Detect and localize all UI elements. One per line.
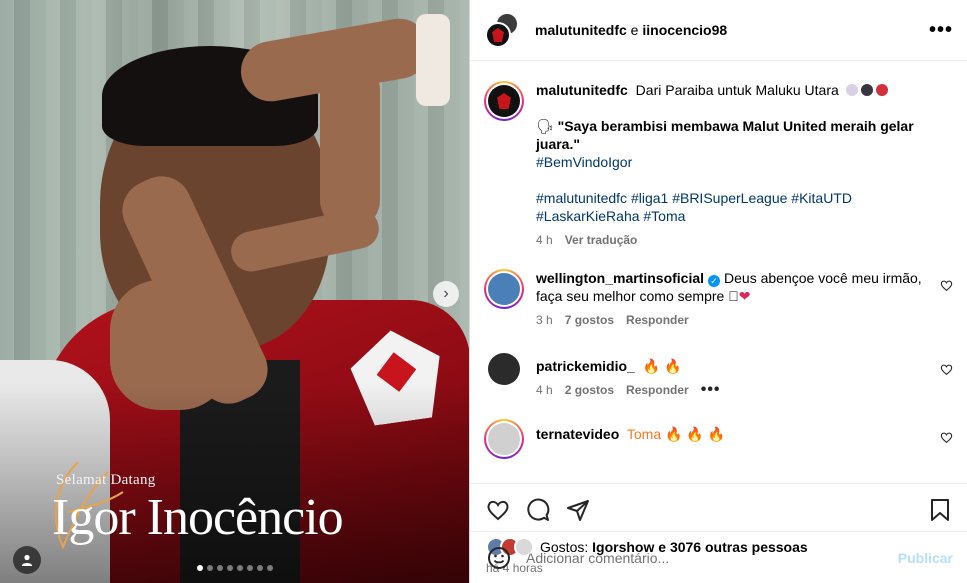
carousel-dot bbox=[237, 565, 243, 571]
comment-avatar[interactable] bbox=[484, 269, 524, 309]
caption-avatar[interactable] bbox=[484, 81, 524, 121]
comment-likes[interactable]: 2 gostos bbox=[565, 381, 614, 399]
emoji-circle-icon bbox=[845, 84, 858, 96]
comment-item: patrickemidio_ 🔥 🔥 4 h 2 gostos Responde… bbox=[484, 349, 953, 399]
comment-avatar[interactable] bbox=[488, 353, 520, 385]
comment-avatar[interactable] bbox=[484, 419, 524, 459]
comment-bubble-icon bbox=[527, 498, 550, 521]
carousel-dot bbox=[257, 565, 263, 571]
emoji-circle-icon bbox=[860, 84, 873, 96]
collab-avatars[interactable] bbox=[485, 12, 521, 48]
header-username-primary[interactable]: malutunitedfc bbox=[535, 22, 627, 38]
welcome-text: Selamat Datang bbox=[56, 472, 156, 488]
like-comment-heart-icon[interactable] bbox=[940, 279, 953, 292]
carousel-dot bbox=[207, 565, 213, 571]
paper-plane-icon bbox=[567, 499, 589, 521]
comment-text: Toma 🔥 🔥 🔥 bbox=[626, 426, 726, 442]
comment-more-button[interactable]: ••• bbox=[701, 381, 721, 399]
club-crest-icon bbox=[497, 93, 511, 109]
caption-quote: "Saya berambisi membawa Malut United mer… bbox=[536, 118, 914, 152]
right-hand-thumb bbox=[320, 60, 380, 230]
save-button[interactable] bbox=[927, 497, 953, 523]
carousel-dot bbox=[267, 565, 273, 571]
avatar-malutunitedfc[interactable] bbox=[485, 22, 511, 48]
comment-likes[interactable]: 7 gostos bbox=[565, 311, 614, 329]
post-side-panel: malutunitedfc e iinocencio98 ••• malutun… bbox=[469, 0, 967, 583]
comment-input[interactable] bbox=[526, 549, 898, 566]
caption-text: Dari Paraiba untuk Maluku Utara bbox=[635, 82, 839, 98]
comment-item: ternatevideo Toma 🔥 🔥 🔥 bbox=[484, 419, 953, 459]
post-header: malutunitedfc e iinocencio98 ••• bbox=[470, 0, 967, 61]
emoji-dots bbox=[843, 82, 888, 98]
user-icon bbox=[21, 554, 33, 566]
wristwatch bbox=[416, 14, 450, 106]
heart-icon bbox=[487, 500, 509, 520]
publish-button[interactable]: Publicar bbox=[898, 550, 953, 566]
chevron-right-icon: › bbox=[443, 285, 449, 302]
like-button[interactable] bbox=[485, 497, 511, 523]
comment-button[interactable] bbox=[525, 497, 551, 523]
post-actions-bar bbox=[470, 483, 967, 535]
hashtag-link[interactable]: #BemVindoIgor bbox=[536, 154, 632, 170]
like-comment-heart-icon[interactable] bbox=[940, 363, 953, 376]
comment-emoji: 🏾❤ bbox=[738, 288, 751, 304]
comments-scroll-area[interactable]: malutunitedfc Dari Paraiba untuk Maluku … bbox=[470, 61, 967, 483]
post-image[interactable]: Selamat Datang Igor Inocêncio › bbox=[0, 0, 469, 583]
comment-username[interactable]: ternatevideo bbox=[536, 426, 619, 442]
like-comment-heart-icon[interactable] bbox=[940, 431, 953, 444]
carousel-dot bbox=[227, 565, 233, 571]
speaking-head-icon: 🗣 bbox=[536, 118, 554, 134]
header-username-secondary[interactable]: iinocencio98 bbox=[642, 22, 727, 38]
header-usernames: malutunitedfc e iinocencio98 bbox=[535, 22, 929, 38]
comment-username[interactable]: wellington_martinsoficial bbox=[536, 270, 704, 286]
emoji-circle-icon bbox=[875, 84, 888, 96]
comment-username[interactable]: patrickemidio_ bbox=[536, 358, 635, 374]
comment-time: 4 h bbox=[536, 383, 553, 397]
reply-button[interactable]: Responder bbox=[626, 381, 689, 399]
carousel-next-button[interactable]: › bbox=[433, 281, 459, 307]
instagram-post-modal: Selamat Datang Igor Inocêncio › malutuni… bbox=[0, 0, 967, 583]
more-options-button[interactable]: ••• bbox=[929, 20, 953, 40]
bookmark-icon bbox=[931, 498, 949, 521]
carousel-dot bbox=[197, 565, 203, 571]
post-caption: malutunitedfc Dari Paraiba untuk Maluku … bbox=[484, 81, 953, 249]
carousel-dot bbox=[247, 565, 253, 571]
carousel-dots bbox=[197, 565, 273, 571]
add-comment-bar: Publicar bbox=[470, 531, 967, 583]
comment-item: wellington_martinsoficial ✓ Deus abençoe v… bbox=[484, 269, 953, 329]
hashtag-link[interactable]: #LaskarKieRaha #Toma bbox=[536, 208, 685, 224]
caption-username[interactable]: malutunitedfc bbox=[536, 82, 628, 98]
club-crest-icon bbox=[492, 28, 504, 42]
smiley-icon bbox=[488, 546, 510, 569]
emoji-picker-button[interactable] bbox=[486, 545, 512, 571]
hashtag-link[interactable]: #malutunitedfc #liga1 #BRISuperLeague #K… bbox=[536, 190, 852, 206]
comment-time: 3 h bbox=[536, 313, 553, 327]
reply-button[interactable]: Responder bbox=[626, 311, 689, 329]
caption-time: 4 h bbox=[536, 233, 553, 247]
header-conjunction: e bbox=[630, 22, 639, 38]
comment-text: 🔥 🔥 bbox=[642, 358, 682, 374]
tagged-users-button[interactable] bbox=[13, 546, 41, 574]
player-name-title: Igor Inocêncio bbox=[52, 489, 344, 546]
share-button[interactable] bbox=[565, 497, 591, 523]
see-translation-button[interactable]: Ver tradução bbox=[565, 231, 638, 249]
carousel-dot bbox=[217, 565, 223, 571]
verified-badge-icon: ✓ bbox=[708, 275, 721, 287]
